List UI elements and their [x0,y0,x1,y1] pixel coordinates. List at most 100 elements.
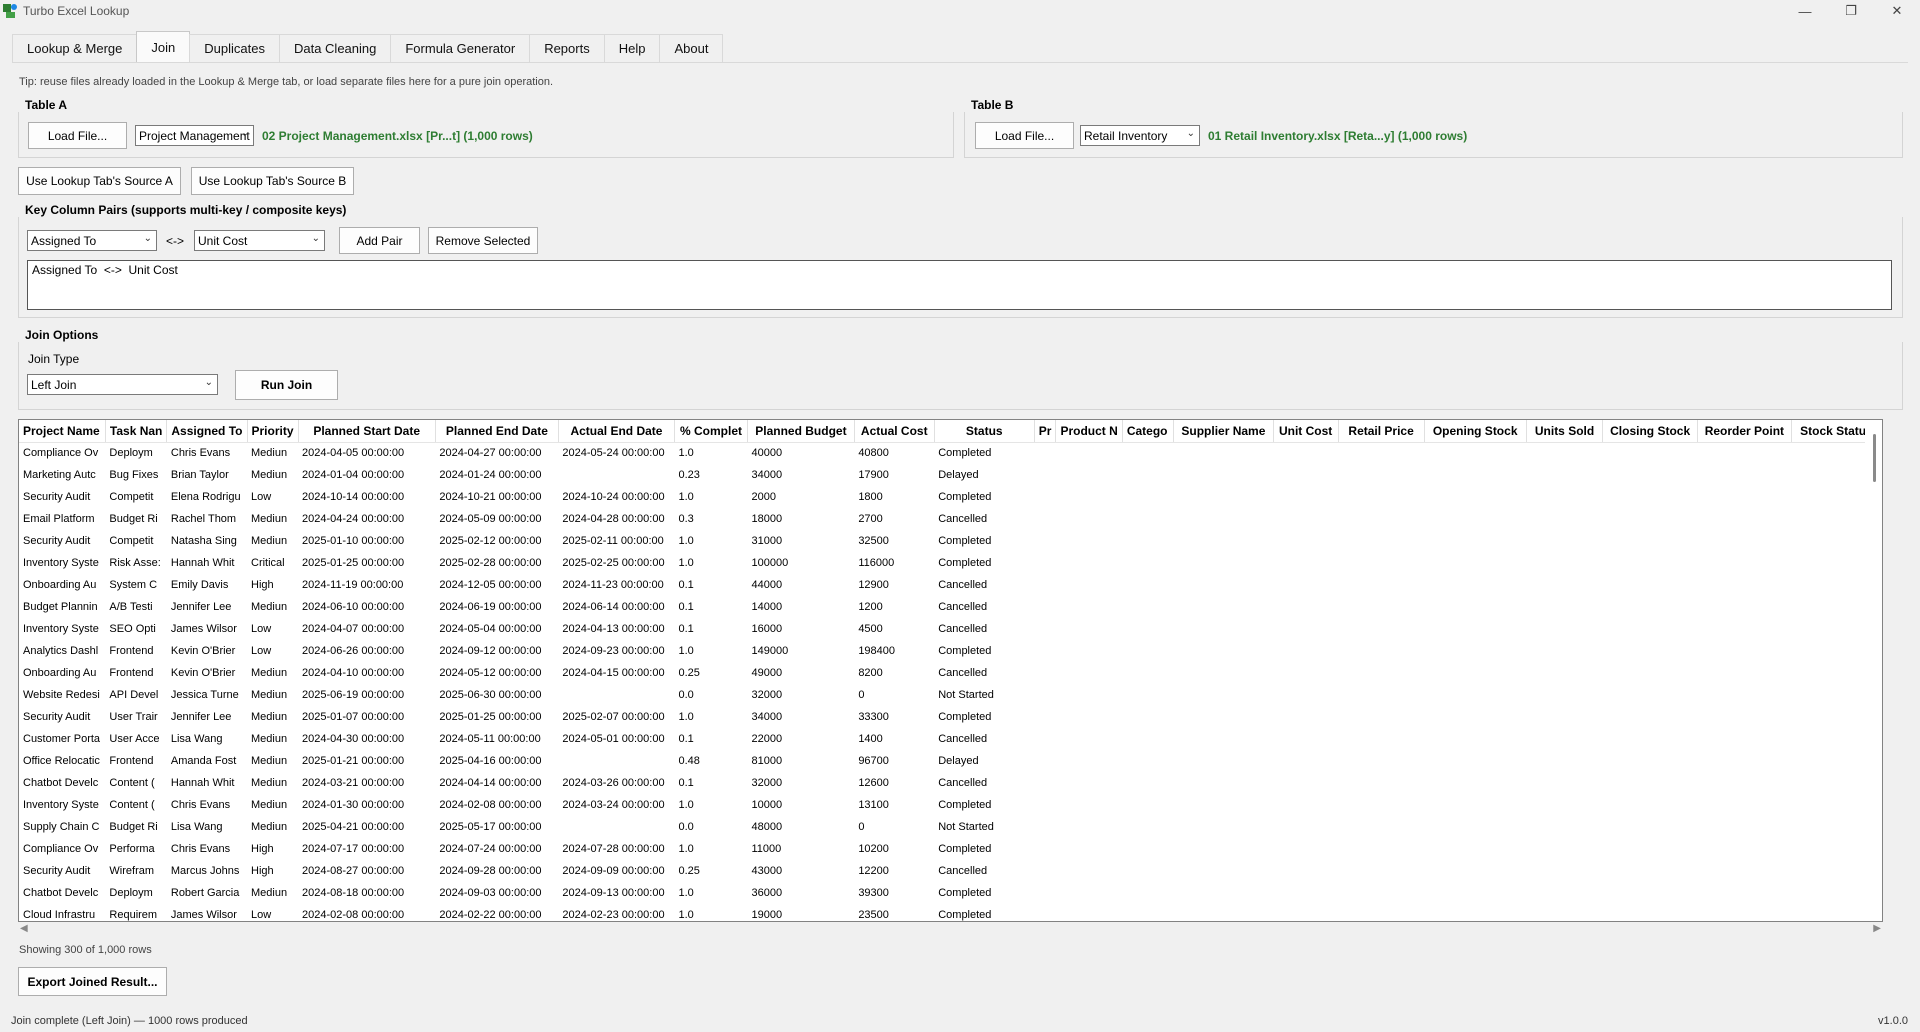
table-cell[interactable]: 2025-01-25 00:00:00 [298,552,435,574]
table-cell[interactable] [1603,442,1697,464]
table-cell[interactable]: Elena Rodrigu [167,486,247,508]
table-cell[interactable] [1273,684,1338,706]
table-cell[interactable]: Mediun [247,442,298,464]
table-cell[interactable] [1034,618,1056,640]
table-cell[interactable] [1056,464,1122,486]
table-cell[interactable] [1034,816,1056,838]
table-cell[interactable]: 8200 [854,662,934,684]
table-row[interactable]: Analytics Dashl Frontend Kevin O'Brier Low 2… [19,640,1882,662]
table-cell[interactable] [1034,706,1056,728]
table-cell[interactable]: 2024-09-12 00:00:00 [435,640,558,662]
table-cell[interactable] [1697,552,1791,574]
table-cell[interactable]: 14000 [748,596,855,618]
table-cell[interactable] [1034,684,1056,706]
table-cell[interactable] [1273,574,1338,596]
table-cell[interactable] [1174,552,1274,574]
table-cell[interactable]: 2024-06-10 00:00:00 [298,596,435,618]
table-cell[interactable]: Content ( [105,772,166,794]
key-pair-item[interactable]: Assigned To <-> Unit Cost [32,263,1887,277]
table-cell[interactable] [1273,618,1338,640]
table-cell[interactable]: 2025-04-21 00:00:00 [298,816,435,838]
table-cell[interactable]: 198400 [854,640,934,662]
table-cell[interactable] [1424,860,1526,882]
table-cell[interactable] [1174,838,1274,860]
table-cell[interactable]: Low [247,486,298,508]
table-cell[interactable] [1338,618,1424,640]
table-cell[interactable] [1526,794,1603,816]
table-row[interactable]: Compliance Ov Performa Chris Evans High 2024… [19,838,1882,860]
table-cell[interactable]: 2024-04-28 00:00:00 [558,508,674,530]
table-row[interactable]: Budget Plannin A/B Testi Jennifer Lee Mediu… [19,596,1882,618]
table-cell[interactable] [1424,882,1526,904]
table-cell[interactable]: 149000 [748,640,855,662]
table-cell[interactable]: Completed [934,838,1034,860]
table-cell[interactable]: 18000 [748,508,855,530]
table-cell[interactable] [1273,662,1338,684]
table-cell[interactable]: 34000 [748,464,855,486]
scroll-right-icon[interactable]: ▶ [1873,923,1881,934]
table-cell[interactable]: Security Audit [19,860,105,882]
table-cell[interactable] [1056,596,1122,618]
table-cell[interactable] [1034,486,1056,508]
table-cell[interactable]: Onboarding Au [19,574,105,596]
table-cell[interactable] [1338,750,1424,772]
table-cell[interactable]: Cancelled [934,574,1034,596]
table-cell[interactable] [1697,904,1791,921]
table-cell[interactable] [1273,530,1338,552]
table-cell[interactable]: Chris Evans [167,442,247,464]
table-cell[interactable]: 44000 [748,574,855,596]
table-cell[interactable] [1603,530,1697,552]
column-header[interactable]: Pr [1034,420,1057,443]
table-cell[interactable]: 12900 [854,574,934,596]
table-cell[interactable] [1034,530,1056,552]
table-cell[interactable]: 2024-04-27 00:00:00 [435,442,558,464]
table-cell[interactable]: 22000 [748,728,855,750]
table-cell[interactable] [1338,728,1424,750]
table-cell[interactable]: Not Started [934,816,1034,838]
table-cell[interactable]: Delayed [934,750,1034,772]
table-cell[interactable] [1174,728,1274,750]
restore-icon[interactable]: ❐ [1828,0,1874,22]
table-b-load-button[interactable]: Load File... [975,122,1074,149]
table-cell[interactable] [1338,706,1424,728]
table-cell[interactable]: 2024-09-09 00:00:00 [558,860,674,882]
table-cell[interactable] [1697,728,1791,750]
table-cell[interactable]: Marcus Johns [167,860,247,882]
table-cell[interactable] [1603,574,1697,596]
table-cell[interactable] [1034,640,1056,662]
table-cell[interactable] [1526,640,1603,662]
table-cell[interactable]: Mediun [247,816,298,838]
table-cell[interactable]: Low [247,904,298,921]
results-grid[interactable]: Project Name Task Nan Assigned To Priori… [18,419,1883,922]
table-cell[interactable]: 48000 [748,816,855,838]
table-cell[interactable]: 32500 [854,530,934,552]
table-cell[interactable] [1174,750,1274,772]
table-cell[interactable]: Delayed [934,464,1034,486]
table-cell[interactable]: 4500 [854,618,934,640]
table-cell[interactable]: 0 [854,816,934,838]
table-cell[interactable]: 11000 [748,838,855,860]
table-cell[interactable] [1056,794,1122,816]
table-cell[interactable]: High [247,860,298,882]
table-cell[interactable]: Completed [934,706,1034,728]
table-cell[interactable]: Email Platform [19,508,105,530]
table-cell[interactable] [1424,442,1526,464]
table-cell[interactable]: 43000 [748,860,855,882]
table-cell[interactable] [1697,838,1791,860]
table-cell[interactable]: Emily Davis [167,574,247,596]
table-cell[interactable] [1697,442,1791,464]
table-cell[interactable] [1273,904,1338,921]
table-cell[interactable] [1526,552,1603,574]
table-row[interactable]: Onboarding Au System C Emily Davis High 2024… [19,574,1882,596]
table-cell[interactable] [1697,574,1791,596]
column-header[interactable]: Product N [1055,420,1123,443]
table-cell[interactable] [1424,904,1526,921]
table-cell[interactable]: 2024-01-30 00:00:00 [298,794,435,816]
table-row[interactable]: Inventory Syste Content (Chris Evans Mediu… [19,794,1882,816]
table-cell[interactable]: Natasha Sing [167,530,247,552]
table-cell[interactable]: 1.0 [675,530,748,552]
table-cell[interactable]: 2024-04-15 00:00:00 [558,662,674,684]
table-cell[interactable] [1273,794,1338,816]
table-cell[interactable] [558,816,674,838]
table-cell[interactable] [1338,442,1424,464]
